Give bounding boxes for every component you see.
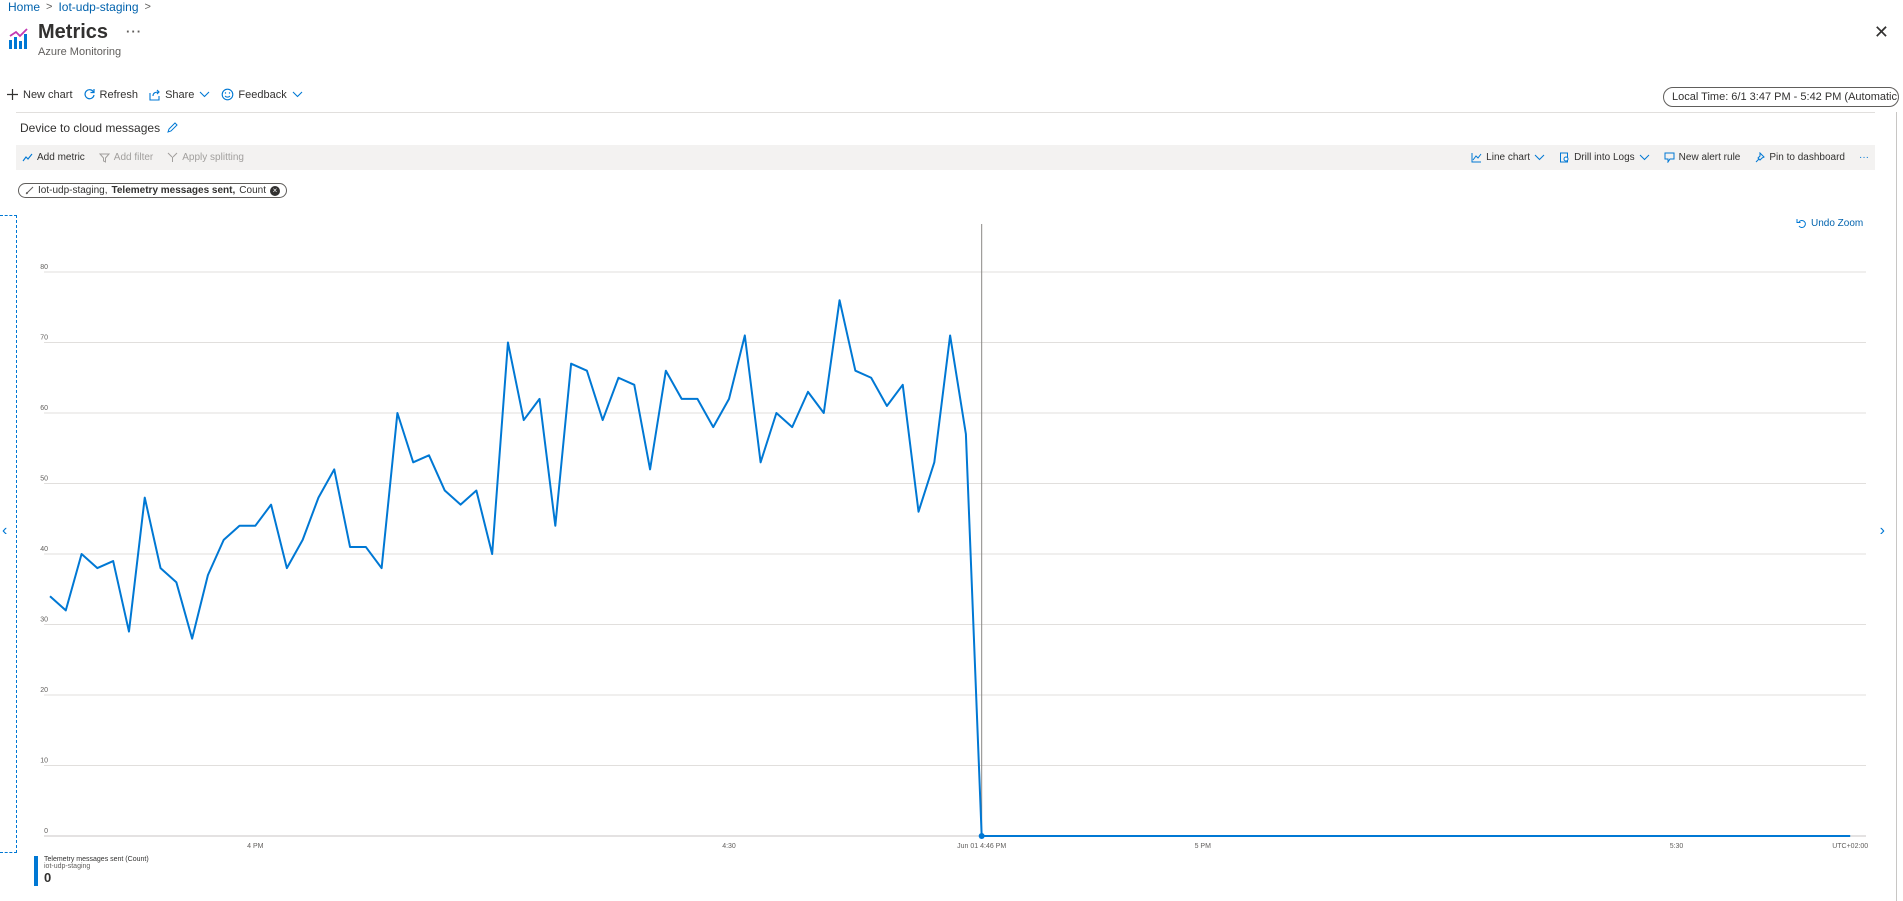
y-tick-label: 70 <box>40 335 48 342</box>
x-tick-label: 5 PM <box>1195 843 1212 850</box>
y-tick-label: 0 <box>44 828 48 835</box>
x-tick-label: Jun 01 4:46 PM <box>957 843 1006 850</box>
y-tick-label: 10 <box>40 758 48 765</box>
x-tick-label: 4 PM <box>247 843 264 850</box>
y-tick-label: 40 <box>40 546 48 553</box>
cursor-point <box>978 833 985 839</box>
y-tick-label: 50 <box>40 476 48 483</box>
x-tick-label: 5:30 <box>1670 843 1684 850</box>
legend-resource: iot-udp-staging <box>44 863 91 870</box>
line-chart[interactable]: 0 10 20 30 40 50 60 70 80 4 PM 4:30 Jun 01 4:46 PM 5… <box>0 0 1903 901</box>
series-line <box>49 299 1851 837</box>
x-tick-label: 4:30 <box>722 843 736 850</box>
y-tick-label: 30 <box>40 617 48 624</box>
y-tick-label: 80 <box>40 264 48 271</box>
y-tick-label: 60 <box>40 405 48 412</box>
chart-legend[interactable]: Telemetry messages sent (Count) iot-udp-… <box>34 856 149 886</box>
legend-series-name: Telemetry messages sent (Count) <box>44 856 149 863</box>
legend-value: 0 <box>44 870 52 885</box>
x-tick-label: UTC+02:00 <box>1832 843 1868 850</box>
y-tick-label: 20 <box>40 687 48 694</box>
